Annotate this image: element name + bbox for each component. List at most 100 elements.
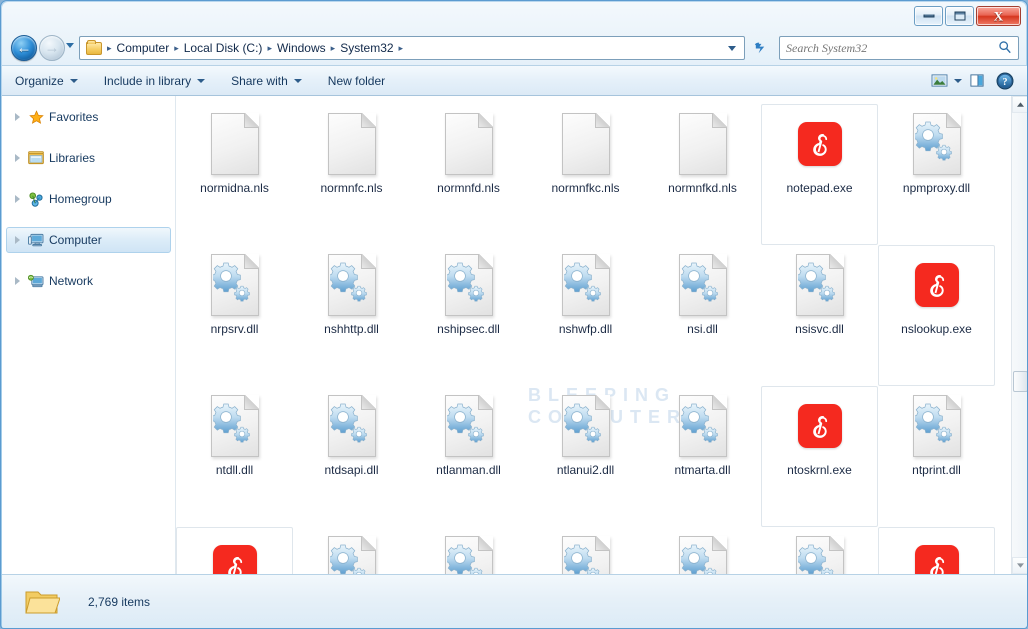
file-item[interactable]: occache.dll [644,527,761,574]
expand-triangle-icon[interactable] [15,113,20,121]
search-input[interactable] [786,41,991,56]
file-list-pane[interactable]: BLEEPING COMPUTER normidna.nlsnormnfc.nl… [176,96,1028,574]
change-view-icon [931,73,948,88]
file-item[interactable]: ntdsapi.dll [293,386,410,527]
new-folder-label: New folder [328,74,385,88]
preview-pane-button[interactable] [964,70,990,92]
maximize-icon [954,12,965,21]
include-in-library-button[interactable]: Include in library [93,69,216,93]
file-item[interactable]: ntprint.exe [176,527,293,574]
sidebar-item-network[interactable]: Network [6,268,171,294]
file-name-label: nsi.dll [687,322,718,336]
file-name-label: npmproxy.dll [903,181,970,195]
file-item[interactable]: nshipsec.dll [410,245,527,386]
chevron-down-icon [1017,563,1024,568]
icon-grid-row: ntprint.exentshrui.dllntvdm64.dllobjsel.… [176,527,1028,574]
icon-grid-row: normidna.nlsnormnfc.nlsnormnfd.nlsnormnf… [176,104,1028,245]
gear-icon [915,121,955,163]
file-item[interactable]: ntvdm64.dll [410,527,527,574]
window-body: Favorites Libraries [2,96,1028,574]
file-item[interactable]: notepad.exe [761,104,878,245]
file-item[interactable]: ocsetup.exe [878,527,995,574]
preview-pane-icon [969,73,985,88]
gear-page-icon [326,534,378,574]
refresh-button[interactable] [749,37,771,59]
recent-pages-dropdown-icon[interactable] [66,43,74,48]
chevron-down-icon[interactable] [728,46,736,51]
maximize-button[interactable] [945,6,974,26]
icon-grid-row: nrpsrv.dll nshhttp.dll nshipsec.dllnshwfp.… [176,245,1028,386]
network-icon [27,273,45,289]
share-with-button[interactable]: Share with [220,69,313,93]
file-item[interactable]: nrpsrv.dll [176,245,293,386]
file-item[interactable]: objsel.dll [527,527,644,574]
change-view-button[interactable] [926,70,952,92]
organize-button[interactable]: Organize [4,69,89,93]
file-item[interactable]: ntlanui2.dll [527,386,644,527]
breadcrumb-item-local-disk[interactable]: Local Disk (C:) [181,39,266,57]
scroll-down-button[interactable] [1012,557,1028,574]
file-item[interactable]: nshhttp.dll [293,245,410,386]
gear-icon [330,403,370,445]
search-box[interactable] [779,36,1019,60]
scrollbar-thumb[interactable] [1013,371,1028,392]
back-arrow-icon: ← [17,41,32,56]
back-button[interactable]: ← [11,35,37,61]
file-item[interactable]: nshwfp.dll [527,245,644,386]
file-item[interactable]: nslookup.exe [878,245,995,386]
forward-button[interactable]: → [39,35,65,61]
file-name-label: nshhttp.dll [324,322,379,336]
file-item[interactable]: ntmarta.dll [644,386,761,527]
file-item[interactable]: ocsetapi.dll [761,527,878,574]
breadcrumb-item-computer[interactable]: Computer [114,39,173,57]
file-item[interactable]: ntlanman.dll [410,386,527,527]
close-button[interactable]: X [976,6,1021,26]
breadcrumb-separator: ▸ [172,43,181,54]
page-shape [445,113,493,175]
gear-page-icon [209,252,261,317]
expand-triangle-icon[interactable] [15,277,20,285]
expand-triangle-icon[interactable] [15,154,20,162]
page-icon [677,111,729,176]
vertical-scrollbar[interactable] [1011,96,1028,574]
expand-triangle-icon[interactable] [15,236,20,244]
gear-icon [213,262,253,304]
file-item[interactable]: ntoskrnl.exe [761,386,878,527]
breadcrumb-separator: ▸ [329,43,338,54]
scroll-up-button[interactable] [1012,96,1028,113]
breadcrumb-item-system32[interactable]: System32 [337,39,396,57]
sidebar-item-favorites[interactable]: Favorites [6,104,171,130]
window-controls: X [914,6,1021,26]
page-icon [209,111,261,176]
file-item[interactable]: normnfkd.nls [644,104,761,245]
new-folder-button[interactable]: New folder [317,69,396,93]
file-item[interactable]: npmproxy.dll [878,104,995,245]
expand-triangle-icon[interactable] [15,195,20,203]
address-bar[interactable]: ▸ Computer ▸ Local Disk (C:) ▸ Windows ▸… [79,36,745,60]
file-item[interactable]: normnfkc.nls [527,104,644,245]
folder-icon [86,42,102,55]
file-item[interactable]: ntdll.dll [176,386,293,527]
sidebar-item-computer[interactable]: Computer [6,227,171,253]
gear-icon [213,403,253,445]
change-view-chevron-down-icon[interactable] [954,79,962,83]
file-item[interactable]: ntshrui.dll [293,527,410,574]
gear-icon [330,544,370,574]
sidebar-item-homegroup[interactable]: Homegroup [6,186,171,212]
minimize-button[interactable] [914,6,943,26]
breadcrumb-item-windows[interactable]: Windows [274,39,329,57]
sidebar-item-libraries[interactable]: Libraries [6,145,171,171]
explorer-window: X ← → ▸ Computer ▸ Local Disk (C:) ▸ Win… [0,0,1028,629]
gear-icon [447,262,487,304]
file-item[interactable]: nsi.dll [644,245,761,386]
file-item[interactable]: ntprint.dll [878,386,995,527]
file-item[interactable]: normnfd.nls [410,104,527,245]
share-with-label: Share with [231,74,288,88]
file-item[interactable]: normnfc.nls [293,104,410,245]
chevron-down-icon [70,79,78,83]
help-button[interactable]: ? [992,70,1018,92]
gear-page-icon [443,393,495,458]
file-item[interactable]: normidna.nls [176,104,293,245]
netease-music-logo [213,545,257,575]
file-item[interactable]: nsisvc.dll [761,245,878,386]
